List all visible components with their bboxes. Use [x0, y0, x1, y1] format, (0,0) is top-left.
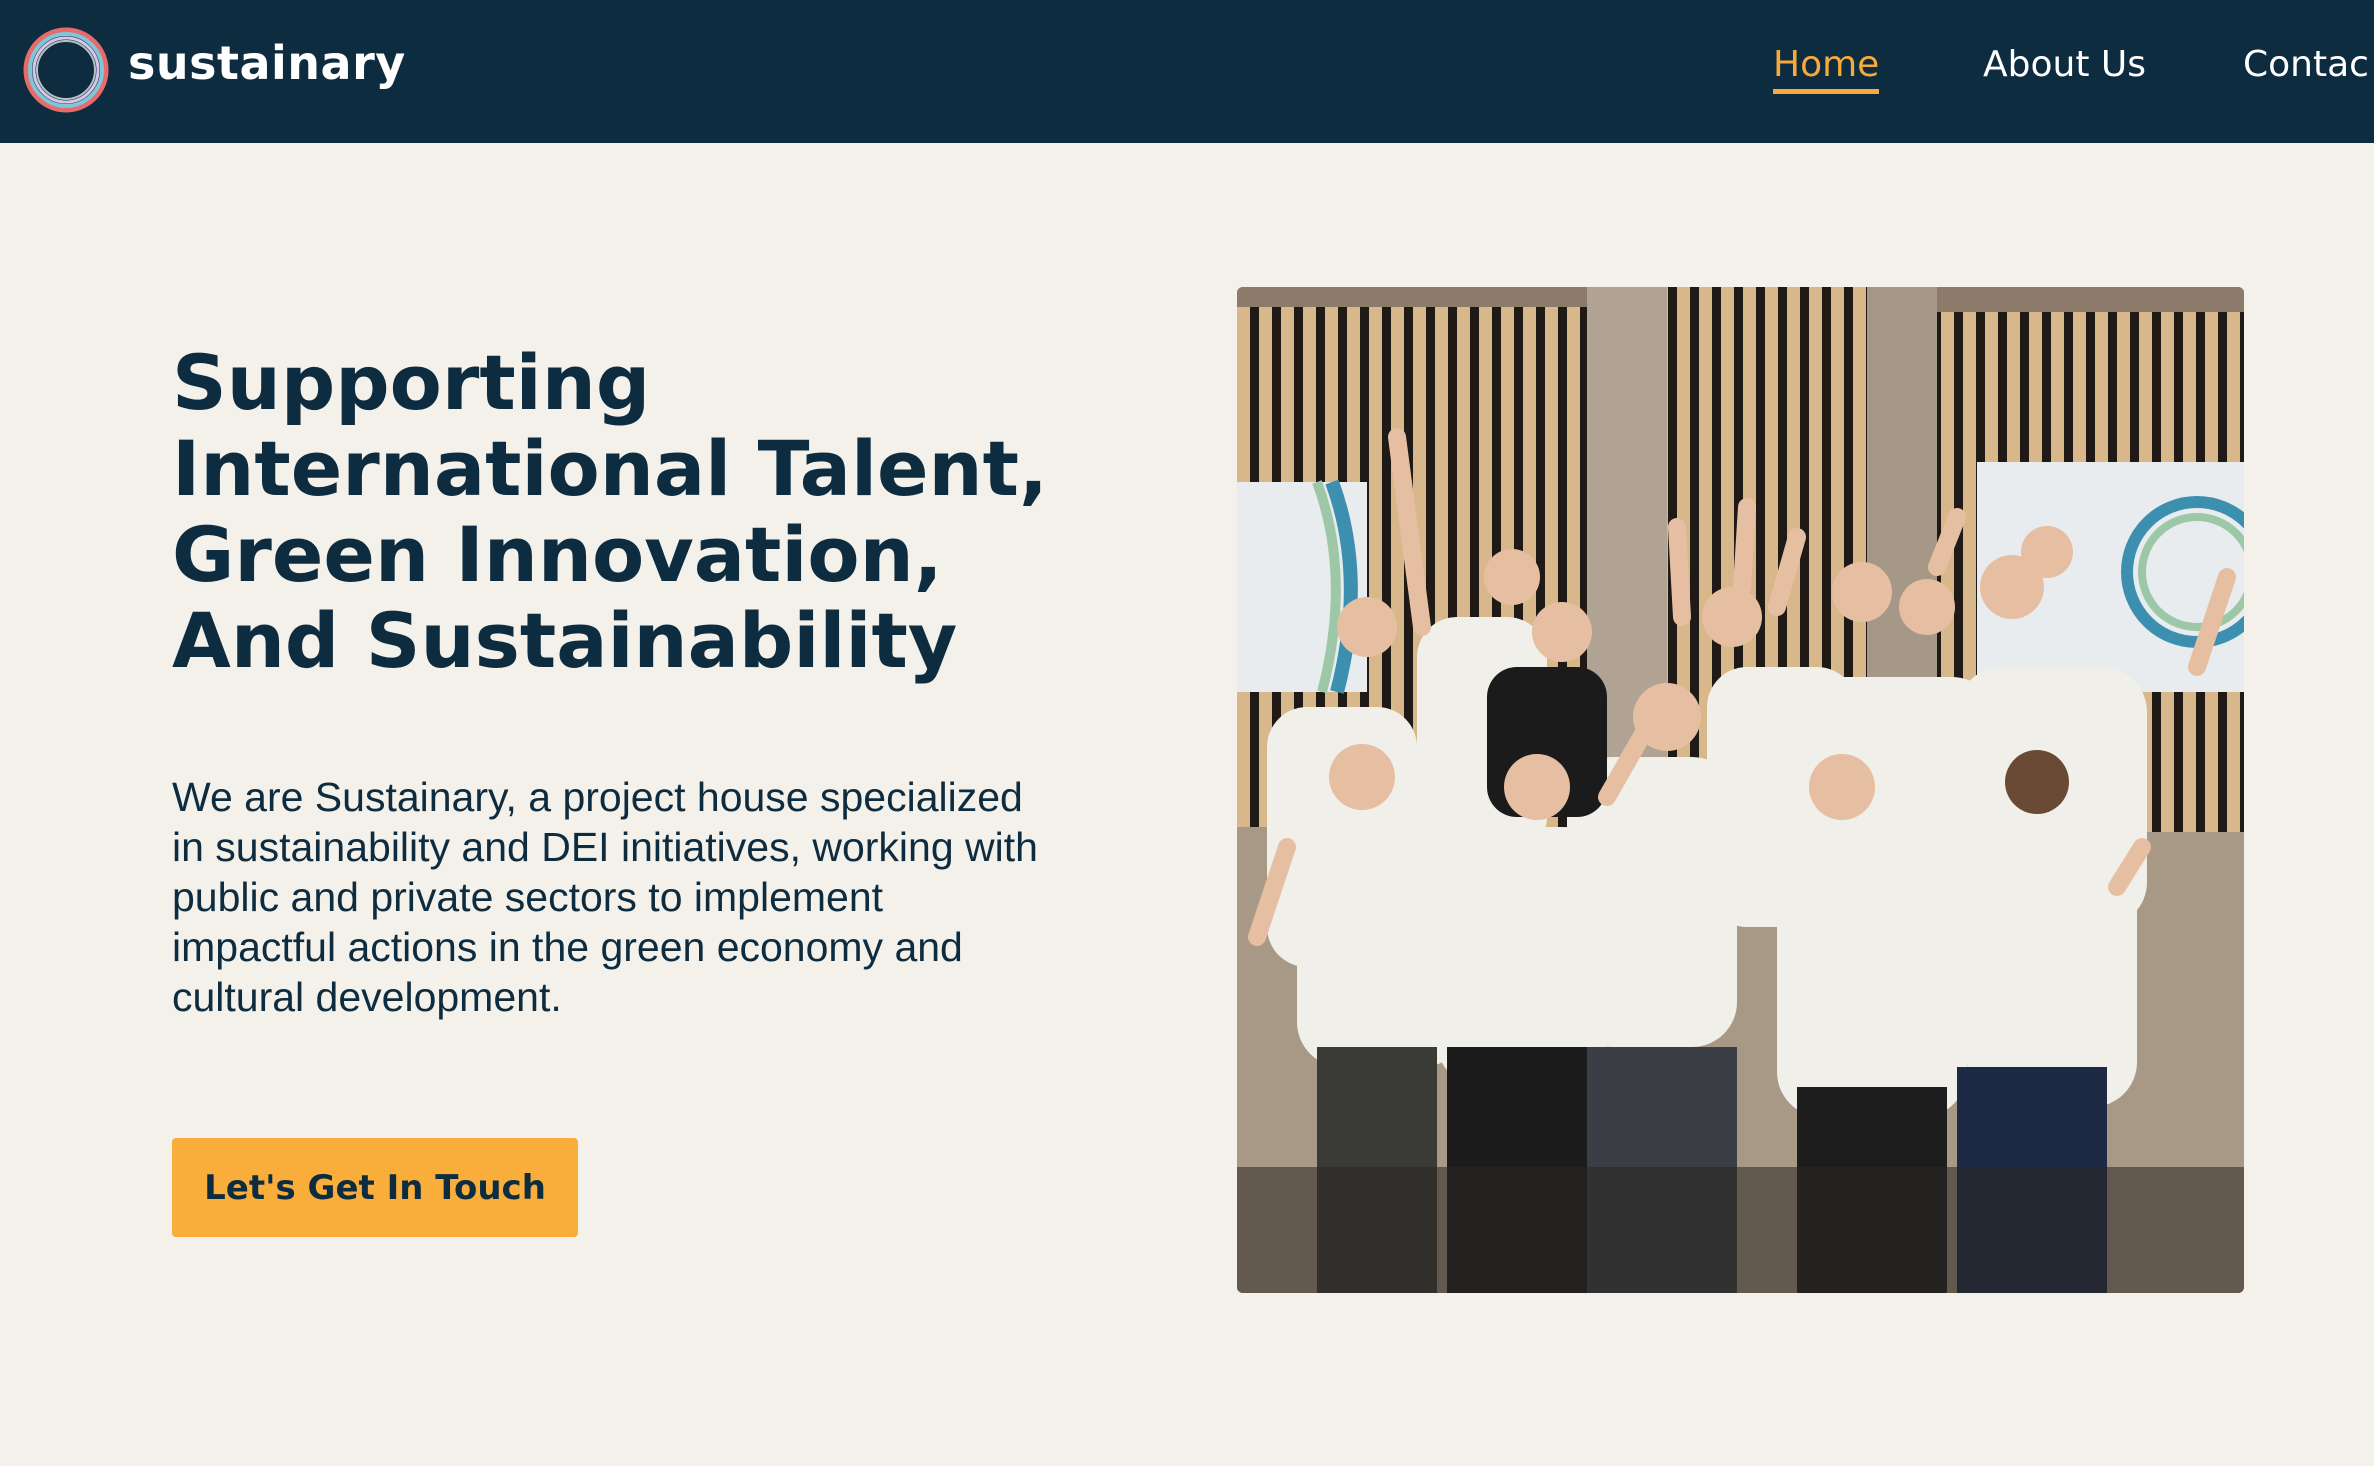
hero-title-line: Green Innovation, — [172, 510, 943, 599]
hero-title-line: International Talent, — [172, 424, 1048, 513]
get-in-touch-button[interactable]: Let's Get In Touch — [172, 1138, 578, 1237]
nav-contact-link[interactable]: Contac — [2243, 44, 2369, 85]
nav-about-link[interactable]: About Us — [1983, 44, 2146, 85]
ring-logo-icon[interactable] — [20, 24, 112, 116]
hero-title-line: And Sustainability — [172, 596, 958, 685]
hero-title-line: Supporting — [172, 338, 651, 427]
team-photo-illustration — [1237, 287, 2244, 1293]
hero-description: We are Sustainary, a project house speci… — [172, 774, 1038, 1020]
team-photo — [1237, 287, 2244, 1293]
top-navbar: sustainary Home About Us Contac — [0, 0, 2374, 143]
brand-name[interactable]: sustainary — [128, 36, 406, 90]
hero-title: Supporting International Talent, Green I… — [172, 340, 1072, 684]
nav-home-link[interactable]: Home — [1773, 44, 1880, 94]
